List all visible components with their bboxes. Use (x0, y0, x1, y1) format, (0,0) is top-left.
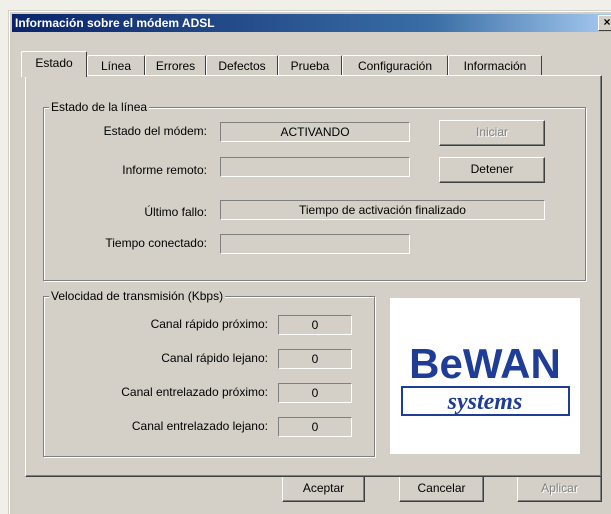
last-fault-label: Último fallo: (144, 205, 207, 219)
bewan-logo: BeWAN systems (390, 298, 580, 454)
tab-linea[interactable]: Línea (87, 55, 145, 76)
interleaved-far-field: 0 (278, 417, 352, 437)
tab-defectos[interactable]: Defectos (206, 55, 278, 76)
speed-legend: Velocidad de transmisión (Kbps) (49, 289, 226, 303)
tab-prueba[interactable]: Prueba (278, 55, 342, 76)
interleaved-far-label: Canal entrelazado lejano: (131, 419, 268, 433)
tab-label: Estado (35, 56, 73, 70)
interleaved-near-label: Canal entrelazado próximo: (121, 385, 268, 399)
close-icon: × (603, 15, 611, 29)
fast-near-label: Canal rápido próximo: (150, 317, 268, 331)
remote-report-label: Informe remoto: (122, 163, 207, 177)
tab-label: Configuración (357, 59, 433, 73)
interleaved-near-field: 0 (278, 383, 352, 403)
tab-label: Defectos (218, 59, 266, 73)
cancel-button[interactable]: Cancelar (399, 476, 484, 502)
tab-configuracion[interactable]: Configuración (342, 55, 448, 76)
logo-wordmark: BeWAN (409, 340, 561, 387)
adsl-modem-info-dialog: Información sobre el módem ADSL × Estado… (8, 10, 611, 514)
estado-panel: Estado de la línea Estado del módem: ACT… (25, 75, 602, 477)
start-button[interactable]: Iniciar (439, 120, 545, 146)
fast-far-field: 0 (278, 349, 352, 369)
bewan-logo-graphic: BeWAN systems (392, 300, 578, 452)
remote-report-field (220, 157, 410, 177)
tab-label: Información (463, 59, 527, 73)
connected-time-label: Tiempo conectado: (105, 236, 207, 250)
line-state-legend: Estado de la línea (49, 100, 150, 114)
connected-time-field (220, 234, 410, 254)
modem-state-field: ACTIVANDO (220, 122, 410, 142)
logo-subtitle: systems (447, 389, 523, 415)
tab-informacion[interactable]: Información (448, 55, 542, 76)
fast-near-field: 0 (278, 315, 352, 335)
tab-label: Línea (100, 59, 132, 73)
fast-far-label: Canal rápido lejano: (161, 351, 268, 365)
window-title: Información sobre el módem ADSL (15, 16, 215, 30)
accept-button[interactable]: Aceptar (282, 476, 365, 502)
tab-estado[interactable]: Estado (21, 51, 87, 77)
tab-label: Prueba (290, 59, 330, 73)
last-fault-field: Tiempo de activación finalizado (220, 200, 545, 220)
tab-label: Errores (155, 59, 196, 73)
modem-state-label: Estado del módem: (103, 124, 207, 138)
stop-button[interactable]: Detener (439, 157, 545, 183)
apply-button[interactable]: Aplicar (517, 476, 602, 502)
title-bar[interactable]: Información sobre el módem ADSL × (12, 14, 611, 32)
close-button[interactable]: × (598, 15, 611, 31)
tab-errores[interactable]: Errores (145, 55, 206, 76)
